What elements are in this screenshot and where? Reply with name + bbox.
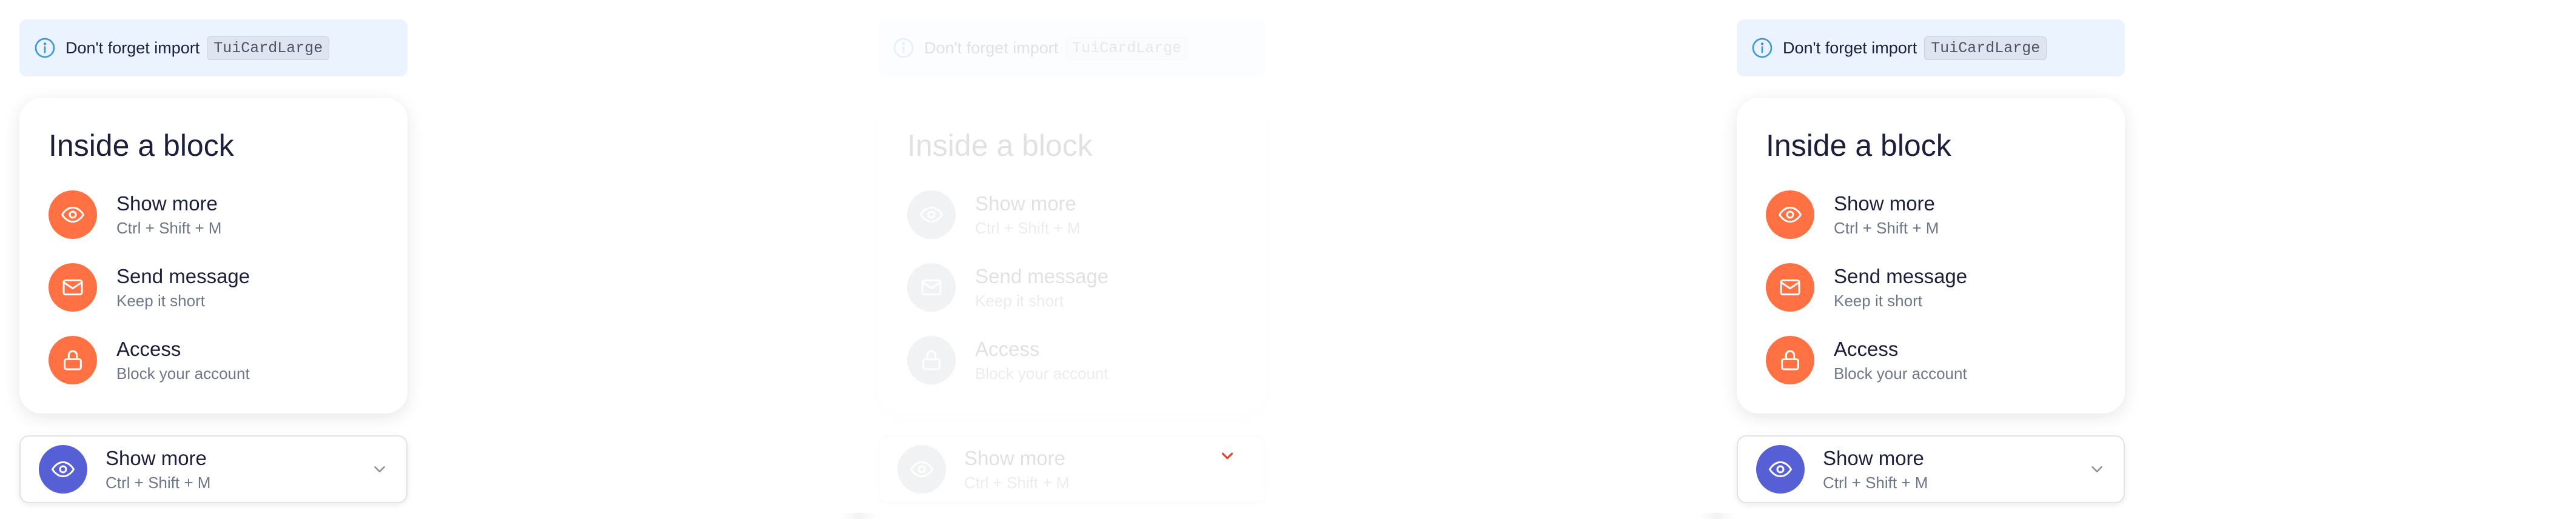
item-subtitle: Keep it short [975,292,1064,310]
eye-icon [1779,206,1802,223]
eye-icon [61,206,84,223]
panel-divider [1699,513,1736,519]
item-title: Show more [975,192,1076,215]
demo-panel-light-2: Don't forget import TuiCardLarge Inside … [1717,0,2576,519]
demo-panel-faded: Don't forget import TuiCardLarge Inside … [859,0,1717,519]
collapsed-subtitle: Ctrl + Shift + M [1823,474,1928,492]
eye-icon [1769,461,1792,478]
panel-content: Don't forget import TuiCardLarge Inside … [878,19,1266,503]
collapsed-show-more[interactable]: Show more Ctrl + Shift + M [19,435,408,503]
card-item-show-more[interactable]: Show more Ctrl + Shift + M [1766,178,2096,251]
notice-code: TuiCardLarge [207,36,330,60]
info-icon [34,37,56,59]
panel-content: Don't forget import TuiCardLarge Inside … [1737,19,2125,503]
item-title: Send message [1834,265,1968,287]
avatar [49,190,97,239]
notice-text: Don't forget import [1783,38,1917,57]
large-card: Inside a block Show more Ctrl + Shift + … [878,98,1266,414]
avatar [907,263,956,312]
item-title: Access [116,338,181,360]
avatar [49,336,97,384]
card-item-send-message[interactable]: Send message Keep it short [49,251,378,324]
notice-code: TuiCardLarge [1924,36,2047,60]
collapsed-title: Show more [964,447,1065,469]
card-item-access[interactable]: Access Block your account [49,324,378,397]
info-icon [1751,37,1773,59]
card-item-show-more[interactable]: Show more Ctrl + Shift + M [49,178,378,251]
notice-text: Don't forget import [924,38,1059,57]
collapsed-title: Show more [1823,447,1924,469]
item-subtitle: Block your account [975,364,1109,383]
item-title: Access [1834,338,1899,360]
demo-panel-light: Don't forget import TuiCardLarge Inside … [0,0,859,519]
mail-icon [62,279,83,296]
item-title: Send message [975,265,1109,287]
panel-divider [840,513,877,519]
card-title: Inside a block [49,129,234,162]
lock-icon [1781,350,1799,370]
item-title: Access [975,338,1040,360]
collapsed-show-more[interactable]: Show more Ctrl + Shift + M [1737,435,2125,503]
item-subtitle: Ctrl + Shift + M [1834,219,1939,237]
item-title: Show more [1834,192,1935,215]
mail-icon [921,279,942,296]
notice-code: TuiCardLarge [1065,36,1189,60]
avatar [897,445,946,494]
large-card: Inside a block Show more Ctrl + Shift + … [19,98,408,414]
avatar [39,445,87,494]
item-subtitle: Keep it short [116,292,205,310]
card-item-access: Access Block your account [907,324,1237,397]
avatar [1766,336,1814,384]
panel-content: Don't forget import TuiCardLarge Inside … [19,19,408,503]
card-item-send-message[interactable]: Send message Keep it short [1766,251,2096,324]
collapsed-subtitle: Ctrl + Shift + M [106,474,211,492]
collapsed-show-more: Show more Ctrl + Shift + M [878,435,1266,503]
card-item-send-message: Send message Keep it short [907,251,1237,324]
import-notice: Don't forget import TuiCardLarge [19,19,408,76]
item-subtitle: Ctrl + Shift + M [975,219,1081,237]
eye-icon [920,206,943,223]
lock-icon [64,350,82,370]
item-subtitle: Keep it short [1834,292,1922,310]
avatar [1766,190,1814,239]
eye-icon [52,461,75,478]
large-card: Inside a block Show more Ctrl + Shift + … [1737,98,2125,414]
avatar [907,336,956,384]
mail-icon [1780,279,1800,296]
avatar [49,263,97,312]
collapsed-subtitle: Ctrl + Shift + M [964,474,1070,492]
collapsed-title: Show more [106,447,207,469]
notice-text: Don't forget import [65,38,200,57]
card-title: Inside a block [907,129,1093,162]
import-notice: Don't forget import TuiCardLarge [1737,19,2125,76]
avatar [1756,445,1805,494]
lock-icon [922,350,941,370]
chevron-down-icon[interactable] [369,458,391,480]
import-notice: Don't forget import TuiCardLarge [878,19,1266,76]
chevron-down-icon[interactable] [1216,445,1238,467]
info-icon [893,37,914,59]
item-title: Show more [116,192,218,215]
item-subtitle: Ctrl + Shift + M [116,219,222,237]
card-title: Inside a block [1766,129,1951,162]
chevron-down-icon[interactable] [2086,458,2108,480]
avatar [907,190,956,239]
card-item-show-more: Show more Ctrl + Shift + M [907,178,1237,251]
card-item-access[interactable]: Access Block your account [1766,324,2096,397]
eye-icon [910,461,933,478]
item-subtitle: Block your account [1834,364,1967,383]
avatar [1766,263,1814,312]
item-subtitle: Block your account [116,364,250,383]
item-title: Send message [116,265,250,287]
stage: Don't forget import TuiCardLarge Inside … [0,0,2576,519]
